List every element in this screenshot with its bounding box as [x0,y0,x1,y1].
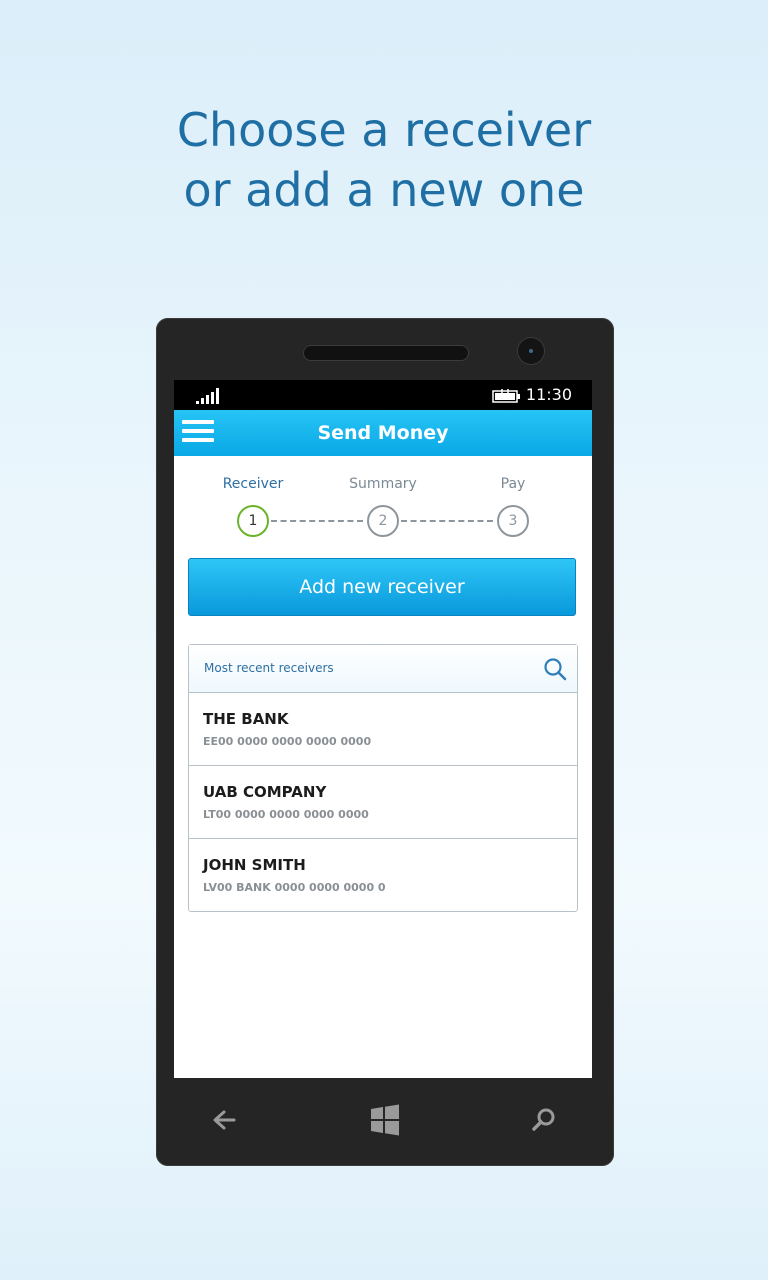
headline-line-1: Choose a receiver [176,103,592,157]
app-bar: Send Money [174,410,592,456]
status-time: 11:30 [525,385,572,404]
receiver-account: LV00 BANK 0000 0000 0000 0 [203,881,386,894]
step-connector [271,520,363,522]
recent-receivers-list: Most recent receivers THE BANK EE00 0000… [188,644,578,912]
list-header: Most recent receivers [189,645,577,693]
back-arrow-icon[interactable] [200,1098,248,1142]
add-new-receiver-button[interactable]: Add new receiver [188,558,576,616]
search-icon[interactable] [543,657,567,681]
list-item[interactable]: THE BANK EE00 0000 0000 0000 0000 [189,693,577,766]
receiver-name: THE BANK [203,710,289,728]
receiver-account: EE00 0000 0000 0000 0000 [203,735,372,748]
status-bar: 11:30 [174,380,592,410]
phone-speaker [304,346,468,360]
step-circle-3: 3 [497,505,529,537]
headline-line-2: or add a new one [183,163,585,217]
receiver-name: UAB COMPANY [203,783,327,801]
headline: Choose a receiver or add a new one [0,100,768,220]
signal-icon [196,388,219,404]
step-connector [401,520,493,522]
list-header-label: Most recent receivers [204,661,334,675]
battery-charging-icon [492,389,520,403]
receiver-name: JOHN SMITH [203,856,306,874]
phone-frame: 11:30 Send Money Receiver Summary Pay 1 … [156,318,614,1166]
step-label-pay: Pay [500,476,526,492]
list-item[interactable]: UAB COMPANY LT00 0000 0000 0000 0000 [189,766,577,839]
step-circle-1: 1 [237,505,269,537]
step-progress: Receiver Summary Pay 1 2 3 [174,470,592,550]
app-title: Send Money [317,422,449,444]
step-label-receiver: Receiver [222,476,284,492]
step-circle-2: 2 [367,505,399,537]
list-item[interactable]: JOHN SMITH LV00 BANK 0000 0000 0000 0 [189,839,577,911]
step-label-summary: Summary [349,476,417,492]
phone-nav-bar [156,1078,614,1166]
phone-screen: 11:30 Send Money Receiver Summary Pay 1 … [174,380,592,1078]
phone-camera [518,338,544,364]
search-icon[interactable] [519,1098,567,1142]
windows-logo-icon[interactable] [361,1098,409,1142]
receiver-account: LT00 0000 0000 0000 0000 [203,808,369,821]
hamburger-menu-icon[interactable] [182,420,214,446]
